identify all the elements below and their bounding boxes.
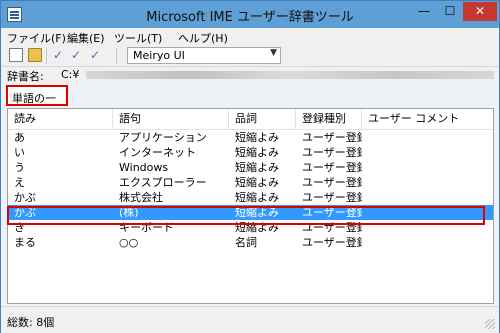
column-header-phrase[interactable]: 語句 (113, 109, 229, 129)
menu-edit[interactable]: 編集(E) (67, 30, 105, 46)
menu-help[interactable]: ヘルプ(H) (178, 30, 228, 46)
table-row[interactable]: え エクスプローラー 短縮よみ ユーザー登録 (8, 175, 493, 190)
cell-user-comment (362, 130, 493, 145)
cell-user-comment (362, 160, 493, 175)
cell-registration-type: ユーザー登録 (302, 221, 362, 234)
new-document-icon[interactable] (9, 48, 23, 62)
cell-part-of-speech: 短縮よみ (235, 146, 279, 159)
cell-phrase: アプリケーション (119, 131, 207, 144)
table-row[interactable]: い インターネット 短縮よみ ユーザー登録 (8, 145, 493, 160)
column-header-part-of-speech[interactable]: 品詞 (229, 109, 296, 129)
menu-tools[interactable]: ツール(T) (114, 30, 162, 46)
cell-registration-type: ユーザー登録 (302, 236, 362, 249)
cell-phrase: キーボード (119, 221, 174, 234)
column-header-reading[interactable]: 読み (8, 109, 113, 129)
title-bar[interactable]: Microsoft IME ユーザー辞書ツール — ☐ ✕ (1, 1, 499, 28)
table-row[interactable]: あ アプリケーション 短縮よみ ユーザー登録 (8, 130, 493, 145)
cell-phrase: ○○ (119, 236, 139, 249)
table-row[interactable]: う Windows 短縮よみ ユーザー登録 (8, 160, 493, 175)
check-icon[interactable]: ✓ (53, 48, 67, 62)
ime-dictionary-window: Microsoft IME ユーザー辞書ツール — ☐ ✕ ファイル(F) 編集… (0, 0, 500, 333)
menu-bar: ファイル(F) 編集(E) ツール(T) ヘルプ(H) (1, 28, 499, 46)
dictionary-path: C:¥ (61, 68, 80, 81)
cell-user-comment (362, 145, 493, 160)
resize-grip[interactable] (485, 319, 495, 329)
cell-user-comment (362, 205, 493, 220)
dictionary-label: 辞書名: (7, 70, 44, 83)
cell-phrase: インターネット (119, 146, 196, 159)
word-list[interactable]: 読み 語句 品詞 登録種別 ユーザー コメント あアプリケーション 短縮よみ ユーザ… (7, 108, 494, 304)
cell-phrase: Windows (119, 161, 169, 174)
cell-reading: う (14, 161, 25, 174)
cell-phrase: (株) (119, 206, 139, 219)
cell-registration-type: ユーザー登録 (302, 206, 362, 219)
cell-reading: え (14, 176, 25, 189)
column-header-user-comment[interactable]: ユーザー コメント (362, 109, 493, 129)
cell-reading: まる (14, 236, 36, 249)
cell-part-of-speech: 名詞 (235, 236, 257, 249)
maximize-icon: ☐ (444, 4, 456, 18)
cell-part-of-speech: 短縮よみ (235, 161, 279, 174)
cell-user-comment (362, 235, 493, 250)
cell-part-of-speech: 短縮よみ (235, 131, 279, 144)
cell-reading: き (14, 221, 25, 234)
cell-part-of-speech: 短縮よみ (235, 206, 279, 219)
cell-registration-type: ユーザー登録 (302, 176, 362, 189)
cell-reading: い (14, 146, 25, 159)
check-icon[interactable]: ✓ (90, 48, 104, 62)
minimize-button[interactable]: — (411, 2, 437, 21)
table-row[interactable]: き キーボード 短縮よみ ユーザー登録 (8, 220, 493, 235)
cell-registration-type: ユーザー登録 (302, 146, 362, 159)
list-header: 読み 語句 品詞 登録種別 ユーザー コメント (8, 109, 493, 130)
cell-reading: かぶ (14, 191, 36, 204)
cell-user-comment (362, 190, 493, 205)
maximize-button[interactable]: ☐ (437, 2, 463, 21)
toolbar-separator (46, 48, 47, 64)
chevron-down-icon: ▼ (270, 48, 277, 58)
status-count: 総数: 8個 (7, 316, 55, 329)
menu-file[interactable]: ファイル(F) (7, 30, 66, 46)
dictionary-path-bar: 辞書名: C:¥ (1, 67, 499, 83)
close-button[interactable]: ✕ (463, 2, 497, 21)
word-list-tab[interactable]: 単語の一覧 (6, 85, 68, 121)
cell-user-comment (362, 220, 493, 235)
cell-registration-type: ユーザー登録 (302, 131, 362, 144)
cell-phrase: エクスプローラー (119, 176, 207, 189)
cell-reading: かぶ (14, 206, 36, 219)
table-row[interactable]: かぶ 株式会社 短縮よみ ユーザー登録 (8, 190, 493, 205)
table-row[interactable]: まる ○○ 名詞 ユーザー登録 (8, 235, 493, 250)
cell-part-of-speech: 短縮よみ (235, 176, 279, 189)
cell-reading: あ (14, 131, 25, 144)
cell-part-of-speech: 短縮よみ (235, 191, 279, 204)
cell-phrase: 株式会社 (119, 191, 163, 204)
minimize-icon: — (418, 4, 430, 18)
cell-registration-type: ユーザー登録 (302, 191, 362, 204)
font-select[interactable]: Meiryo UI ▼ (127, 47, 281, 64)
open-folder-icon[interactable] (28, 48, 42, 62)
close-icon: ✕ (474, 4, 486, 18)
font-select-value: Meiryo UI (133, 49, 185, 62)
toolbar-separator (116, 48, 117, 64)
cell-user-comment (362, 175, 493, 190)
status-bar: 総数: 8個 (1, 306, 499, 333)
toolbar: ✓ ✓ ✓ Meiryo UI ▼ (1, 46, 499, 67)
table-row[interactable]: かぶ (株) 短縮よみ ユーザー登録 (8, 205, 493, 220)
redacted-path (86, 71, 494, 79)
cell-registration-type: ユーザー登録 (302, 161, 362, 174)
column-header-registration-type[interactable]: 登録種別 (296, 109, 362, 129)
check-icon[interactable]: ✓ (71, 48, 85, 62)
cell-part-of-speech: 短縮よみ (235, 221, 279, 234)
